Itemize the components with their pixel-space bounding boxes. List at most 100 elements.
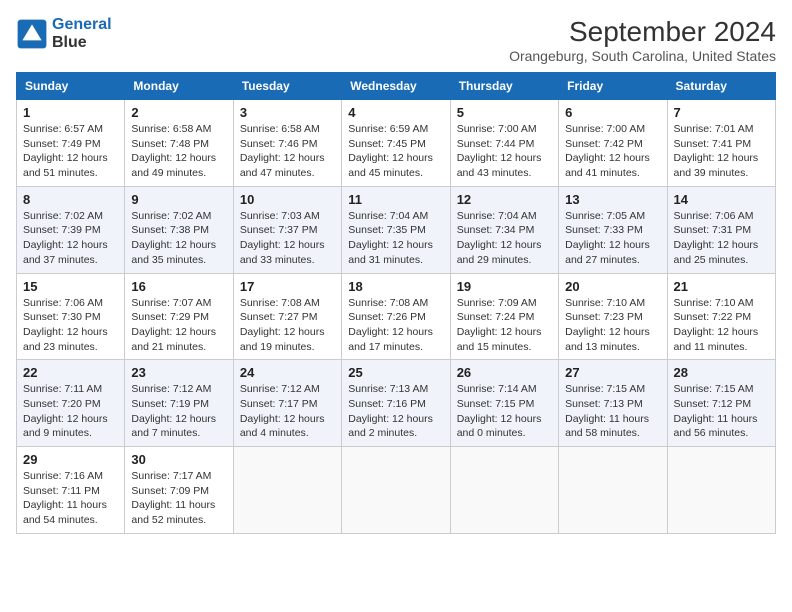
- calendar-day-cell: 24 Sunrise: 7:12 AM Sunset: 7:17 PM Dayli…: [233, 360, 341, 447]
- calendar-day-cell: 5 Sunrise: 7:00 AM Sunset: 7:44 PM Daylig…: [450, 100, 558, 187]
- calendar-day-cell: 13Sunrise: 7:05 AM Sunset: 7:33 PM Dayli…: [559, 186, 667, 273]
- logo-line1: General: [52, 16, 112, 33]
- weekday-header-cell: Wednesday: [342, 73, 450, 100]
- day-info: Sunrise: 7:06 AM Sunset: 7:31 PM Dayligh…: [674, 209, 769, 268]
- day-number: 26: [457, 365, 552, 380]
- calendar-body: 1 Sunrise: 6:57 AM Sunset: 7:49 PM Daylig…: [17, 100, 776, 534]
- calendar-day-cell: [233, 447, 341, 534]
- day-info: Sunrise: 7:10 AM Sunset: 7:22 PM Dayligh…: [674, 296, 769, 355]
- day-number: 23: [131, 365, 226, 380]
- day-info: Sunrise: 7:15 AM Sunset: 7:12 PM Dayligh…: [674, 382, 769, 441]
- day-number: 16: [131, 279, 226, 294]
- day-info: Sunrise: 7:02 AM Sunset: 7:38 PM Dayligh…: [131, 209, 226, 268]
- calendar-week-row: 8Sunrise: 7:02 AM Sunset: 7:39 PM Daylig…: [17, 186, 776, 273]
- day-info: Sunrise: 7:16 AM Sunset: 7:11 PM Dayligh…: [23, 469, 118, 528]
- day-number: 21: [674, 279, 769, 294]
- day-number: 5: [457, 105, 552, 120]
- day-info: Sunrise: 7:13 AM Sunset: 7:16 PM Dayligh…: [348, 382, 443, 441]
- calendar-day-cell: 12Sunrise: 7:04 AM Sunset: 7:34 PM Dayli…: [450, 186, 558, 273]
- day-info: Sunrise: 7:17 AM Sunset: 7:09 PM Dayligh…: [131, 469, 226, 528]
- day-number: 10: [240, 192, 335, 207]
- day-info: Sunrise: 7:07 AM Sunset: 7:29 PM Dayligh…: [131, 296, 226, 355]
- calendar-day-cell: 4Sunrise: 6:59 AM Sunset: 7:45 PM Daylig…: [342, 100, 450, 187]
- weekday-header-row: SundayMondayTuesdayWednesdayThursdayFrid…: [17, 73, 776, 100]
- day-number: 18: [348, 279, 443, 294]
- day-number: 27: [565, 365, 660, 380]
- logo-line2: Blue: [52, 34, 112, 52]
- day-info: Sunrise: 7:12 AM Sunset: 7:19 PM Dayligh…: [131, 382, 226, 441]
- day-info: Sunrise: 6:57 AM Sunset: 7:49 PM Dayligh…: [23, 122, 118, 181]
- calendar-day-cell: 15 Sunrise: 7:06 AM Sunset: 7:30 PM Dayli…: [17, 273, 125, 360]
- calendar-day-cell: 1 Sunrise: 6:57 AM Sunset: 7:49 PM Daylig…: [17, 100, 125, 187]
- day-number: 7: [674, 105, 769, 120]
- weekday-header-cell: Tuesday: [233, 73, 341, 100]
- calendar-day-cell: 14 Sunrise: 7:06 AM Sunset: 7:31 PM Dayli…: [667, 186, 775, 273]
- calendar-day-cell: 22Sunrise: 7:11 AM Sunset: 7:20 PM Dayli…: [17, 360, 125, 447]
- calendar-day-cell: 19 Sunrise: 7:09 AM Sunset: 7:24 PM Dayli…: [450, 273, 558, 360]
- day-number: 25: [348, 365, 443, 380]
- day-number: 15: [23, 279, 118, 294]
- calendar-day-cell: [667, 447, 775, 534]
- calendar-week-row: 15 Sunrise: 7:06 AM Sunset: 7:30 PM Dayli…: [17, 273, 776, 360]
- title-block: September 2024 Orangeburg, South Carolin…: [509, 16, 776, 64]
- day-info: Sunrise: 7:00 AM Sunset: 7:44 PM Dayligh…: [457, 122, 552, 181]
- day-info: Sunrise: 6:58 AM Sunset: 7:46 PM Dayligh…: [240, 122, 335, 181]
- logo-icon: [16, 18, 48, 50]
- day-number: 11: [348, 192, 443, 207]
- day-info: Sunrise: 7:12 AM Sunset: 7:17 PM Dayligh…: [240, 382, 335, 441]
- logo: General Blue: [16, 16, 112, 51]
- day-info: Sunrise: 7:00 AM Sunset: 7:42 PM Dayligh…: [565, 122, 660, 181]
- calendar-day-cell: 9 Sunrise: 7:02 AM Sunset: 7:38 PM Daylig…: [125, 186, 233, 273]
- day-info: Sunrise: 7:01 AM Sunset: 7:41 PM Dayligh…: [674, 122, 769, 181]
- day-info: Sunrise: 7:06 AM Sunset: 7:30 PM Dayligh…: [23, 296, 118, 355]
- calendar-day-cell: 27Sunrise: 7:15 AM Sunset: 7:13 PM Dayli…: [559, 360, 667, 447]
- day-number: 3: [240, 105, 335, 120]
- calendar-day-cell: 10 Sunrise: 7:03 AM Sunset: 7:37 PM Dayli…: [233, 186, 341, 273]
- day-info: Sunrise: 6:58 AM Sunset: 7:48 PM Dayligh…: [131, 122, 226, 181]
- calendar-day-cell: 2 Sunrise: 6:58 AM Sunset: 7:48 PM Daylig…: [125, 100, 233, 187]
- calendar-table: SundayMondayTuesdayWednesdayThursdayFrid…: [16, 72, 776, 534]
- day-info: Sunrise: 7:04 AM Sunset: 7:34 PM Dayligh…: [457, 209, 552, 268]
- calendar-week-row: 22Sunrise: 7:11 AM Sunset: 7:20 PM Dayli…: [17, 360, 776, 447]
- day-info: Sunrise: 7:08 AM Sunset: 7:26 PM Dayligh…: [348, 296, 443, 355]
- calendar-day-cell: 8Sunrise: 7:02 AM Sunset: 7:39 PM Daylig…: [17, 186, 125, 273]
- calendar-day-cell: 6 Sunrise: 7:00 AM Sunset: 7:42 PM Daylig…: [559, 100, 667, 187]
- day-number: 2: [131, 105, 226, 120]
- day-info: Sunrise: 7:05 AM Sunset: 7:33 PM Dayligh…: [565, 209, 660, 268]
- day-info: Sunrise: 7:14 AM Sunset: 7:15 PM Dayligh…: [457, 382, 552, 441]
- day-number: 9: [131, 192, 226, 207]
- day-info: Sunrise: 7:10 AM Sunset: 7:23 PM Dayligh…: [565, 296, 660, 355]
- day-number: 6: [565, 105, 660, 120]
- location-subtitle: Orangeburg, South Carolina, United State…: [509, 48, 776, 64]
- weekday-header-cell: Saturday: [667, 73, 775, 100]
- day-number: 29: [23, 452, 118, 467]
- calendar-day-cell: 18 Sunrise: 7:08 AM Sunset: 7:26 PM Dayli…: [342, 273, 450, 360]
- calendar-day-cell: 11Sunrise: 7:04 AM Sunset: 7:35 PM Dayli…: [342, 186, 450, 273]
- calendar-week-row: 1 Sunrise: 6:57 AM Sunset: 7:49 PM Daylig…: [17, 100, 776, 187]
- day-number: 14: [674, 192, 769, 207]
- day-number: 30: [131, 452, 226, 467]
- weekday-header-cell: Sunday: [17, 73, 125, 100]
- calendar-day-cell: 21 Sunrise: 7:10 AM Sunset: 7:22 PM Dayli…: [667, 273, 775, 360]
- calendar-day-cell: 28Sunrise: 7:15 AM Sunset: 7:12 PM Dayli…: [667, 360, 775, 447]
- calendar-day-cell: 26 Sunrise: 7:14 AM Sunset: 7:15 PM Dayli…: [450, 360, 558, 447]
- day-number: 24: [240, 365, 335, 380]
- calendar-day-cell: 17 Sunrise: 7:08 AM Sunset: 7:27 PM Dayli…: [233, 273, 341, 360]
- day-info: Sunrise: 7:08 AM Sunset: 7:27 PM Dayligh…: [240, 296, 335, 355]
- calendar-day-cell: 20Sunrise: 7:10 AM Sunset: 7:23 PM Dayli…: [559, 273, 667, 360]
- day-number: 19: [457, 279, 552, 294]
- day-number: 17: [240, 279, 335, 294]
- calendar-day-cell: 23 Sunrise: 7:12 AM Sunset: 7:19 PM Dayli…: [125, 360, 233, 447]
- day-number: 1: [23, 105, 118, 120]
- weekday-header-cell: Monday: [125, 73, 233, 100]
- page-header: General Blue September 2024 Orangeburg, …: [16, 16, 776, 64]
- day-info: Sunrise: 7:03 AM Sunset: 7:37 PM Dayligh…: [240, 209, 335, 268]
- month-title: September 2024: [509, 16, 776, 48]
- day-number: 8: [23, 192, 118, 207]
- calendar-day-cell: 25 Sunrise: 7:13 AM Sunset: 7:16 PM Dayli…: [342, 360, 450, 447]
- day-info: Sunrise: 6:59 AM Sunset: 7:45 PM Dayligh…: [348, 122, 443, 181]
- calendar-day-cell: [559, 447, 667, 534]
- day-number: 22: [23, 365, 118, 380]
- day-info: Sunrise: 7:09 AM Sunset: 7:24 PM Dayligh…: [457, 296, 552, 355]
- calendar-day-cell: 29 Sunrise: 7:16 AM Sunset: 7:11 PM Dayli…: [17, 447, 125, 534]
